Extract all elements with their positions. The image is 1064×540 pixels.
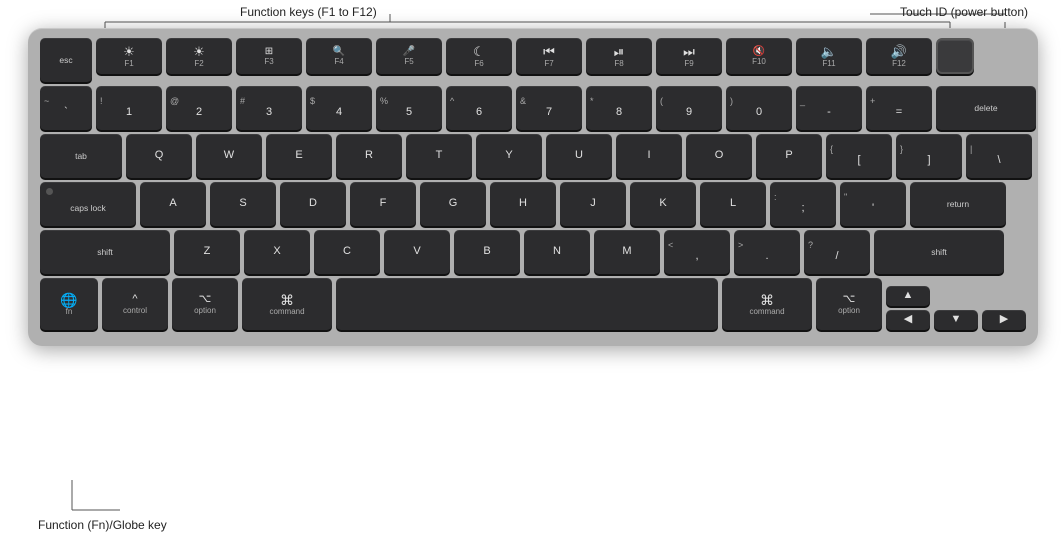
key-fn-globe[interactable]: 🌐 fn (40, 278, 98, 330)
key-touch-id[interactable] (936, 38, 974, 74)
key-period[interactable]: > . (734, 230, 800, 274)
key-y[interactable]: Y (476, 134, 542, 178)
key-return[interactable]: return (910, 182, 1006, 226)
key-q[interactable]: Q (126, 134, 192, 178)
key-f2[interactable]: ☀ F2 (166, 38, 232, 74)
function-key-row: esc ☀ F1 ☀ F2 ⊞ F3 🔍 F4 🎤 F5 ☾ F6 ⏮ F7 (40, 38, 1026, 82)
key-m[interactable]: M (594, 230, 660, 274)
key-comma[interactable]: < , (664, 230, 730, 274)
key-delete[interactable]: delete (936, 86, 1036, 130)
qwerty-key-row: tab Q W E R T Y U I O P { [ } ] | \ (40, 134, 1026, 178)
key-caps-lock[interactable]: caps lock (40, 182, 136, 226)
key-f8[interactable]: ⏯ F8 (586, 38, 652, 74)
key-backslash[interactable]: | \ (966, 134, 1032, 178)
key-arrow-right[interactable]: ▶ (982, 310, 1026, 330)
key-k[interactable]: K (630, 182, 696, 226)
key-option-left[interactable]: ⌥ option (172, 278, 238, 330)
key-shift-left[interactable]: shift (40, 230, 170, 274)
key-esc[interactable]: esc (40, 38, 92, 82)
key-b[interactable]: B (454, 230, 520, 274)
key-bracket-close[interactable]: } ] (896, 134, 962, 178)
key-v[interactable]: V (384, 230, 450, 274)
key-h[interactable]: H (490, 182, 556, 226)
key-space[interactable] (336, 278, 718, 330)
key-n[interactable]: N (524, 230, 590, 274)
key-arrow-left[interactable]: ◀ (886, 310, 930, 330)
key-backtick[interactable]: ~ ` (40, 86, 92, 130)
key-f11[interactable]: 🔈 F11 (796, 38, 862, 74)
key-f[interactable]: F (350, 182, 416, 226)
key-f7[interactable]: ⏮ F7 (516, 38, 582, 74)
key-7[interactable]: & 7 (516, 86, 582, 130)
key-s[interactable]: S (210, 182, 276, 226)
key-command-right[interactable]: ⌘ command (722, 278, 812, 330)
key-arrow-down[interactable]: ▼ (934, 310, 978, 330)
touch-id-annotation: Touch ID (power button) (900, 5, 1028, 19)
key-f3[interactable]: ⊞ F3 (236, 38, 302, 74)
key-f1[interactable]: ☀ F1 (96, 38, 162, 74)
key-f6[interactable]: ☾ F6 (446, 38, 512, 74)
key-3[interactable]: # 3 (236, 86, 302, 130)
key-r[interactable]: R (336, 134, 402, 178)
key-f5[interactable]: 🎤 F5 (376, 38, 442, 74)
key-c[interactable]: C (314, 230, 380, 274)
key-6[interactable]: ^ 6 (446, 86, 512, 130)
key-8[interactable]: * 8 (586, 86, 652, 130)
key-bracket-open[interactable]: { [ (826, 134, 892, 178)
key-f4[interactable]: 🔍 F4 (306, 38, 372, 74)
key-p[interactable]: P (756, 134, 822, 178)
fn-globe-annotation: Function (Fn)/Globe key (38, 518, 167, 532)
key-semicolon[interactable]: : ; (770, 182, 836, 226)
key-f10[interactable]: 🔇 F10 (726, 38, 792, 74)
number-key-row: ~ ` ! 1 @ 2 # 3 $ 4 % 5 ^ 6 & 7 (40, 86, 1026, 130)
function-keys-annotation: Function keys (F1 to F12) (240, 5, 377, 19)
key-d[interactable]: D (280, 182, 346, 226)
key-t[interactable]: T (406, 134, 472, 178)
key-e[interactable]: E (266, 134, 332, 178)
key-x[interactable]: X (244, 230, 310, 274)
key-slash[interactable]: ? / (804, 230, 870, 274)
key-0[interactable]: ) 0 (726, 86, 792, 130)
key-w[interactable]: W (196, 134, 262, 178)
key-9[interactable]: ( 9 (656, 86, 722, 130)
key-z[interactable]: Z (174, 230, 240, 274)
key-f9[interactable]: ⏭ F9 (656, 38, 722, 74)
key-minus[interactable]: _ - (796, 86, 862, 130)
key-equals[interactable]: + = (866, 86, 932, 130)
key-command-left[interactable]: ⌘ command (242, 278, 332, 330)
key-arrow-up[interactable]: ▲ (886, 286, 930, 306)
key-j[interactable]: J (560, 182, 626, 226)
asdf-key-row: caps lock A S D F G H J K L : ; " ' retu… (40, 182, 1026, 226)
key-a[interactable]: A (140, 182, 206, 226)
key-i[interactable]: I (616, 134, 682, 178)
key-2[interactable]: @ 2 (166, 86, 232, 130)
key-quote[interactable]: " ' (840, 182, 906, 226)
zxcv-key-row: shift Z X C V B N M < , > . ? / shift (40, 230, 1026, 274)
keyboard: esc ☀ F1 ☀ F2 ⊞ F3 🔍 F4 🎤 F5 ☾ F6 ⏮ F7 (28, 28, 1038, 346)
key-4[interactable]: $ 4 (306, 86, 372, 130)
key-l[interactable]: L (700, 182, 766, 226)
modifier-key-row: 🌐 fn ^ control ⌥ option ⌘ command ⌘ comm… (40, 278, 1026, 330)
key-control[interactable]: ^ control (102, 278, 168, 330)
key-f12[interactable]: 🔊 F12 (866, 38, 932, 74)
key-5[interactable]: % 5 (376, 86, 442, 130)
key-1[interactable]: ! 1 (96, 86, 162, 130)
key-u[interactable]: U (546, 134, 612, 178)
key-g[interactable]: G (420, 182, 486, 226)
key-tab[interactable]: tab (40, 134, 122, 178)
key-option-right[interactable]: ⌥ option (816, 278, 882, 330)
key-o[interactable]: O (686, 134, 752, 178)
key-shift-right[interactable]: shift (874, 230, 1004, 274)
